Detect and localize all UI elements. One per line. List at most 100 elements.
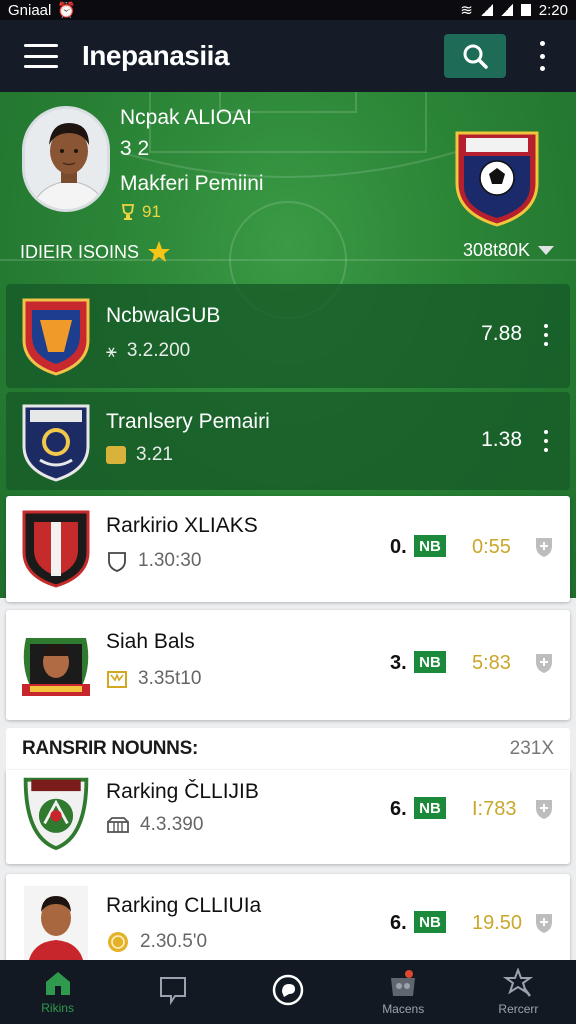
rank-number: 0.: [390, 536, 407, 558]
shield-icon[interactable]: [534, 536, 554, 558]
match-icon: [391, 970, 416, 996]
player-badge: [22, 638, 90, 696]
player-club: Makferi Pemiini: [120, 172, 264, 195]
club-card-title: NcbwalGUB: [106, 304, 221, 327]
player-badge: [24, 886, 88, 964]
club-card-sub-text: 3.21: [136, 444, 173, 465]
time-value: I:783: [472, 798, 517, 820]
app-bar: Inepanasiia: [0, 20, 576, 92]
search-button[interactable]: [444, 34, 506, 78]
club-card-2[interactable]: Tranlsery Pemairi 3.21 1.38: [6, 392, 570, 490]
shield-icon[interactable]: [534, 798, 554, 820]
message-bubble-icon: [272, 974, 304, 1006]
referee-icon: [503, 968, 534, 997]
clock-time: 2:20: [538, 1, 568, 19]
menu-line: [24, 65, 58, 68]
rank-number: 6.: [390, 798, 407, 820]
ranking-card-sub-text: 2.30.5'0: [140, 931, 208, 952]
alarm-icon: ⏰: [57, 2, 77, 19]
ranking-card-3[interactable]: Rarking ČLLIJIB 4.3.390 6. NB I:783: [6, 770, 570, 864]
battery-icon: [520, 4, 531, 16]
shield-outline-icon: [108, 552, 126, 572]
ranking-card-sub: 3.35t10: [106, 668, 201, 690]
star-icon: [148, 241, 171, 262]
rank-number: 6.: [390, 912, 407, 934]
kebab-dot: [539, 41, 545, 46]
nb-badge: NB: [414, 911, 446, 933]
menu-line: [24, 54, 58, 58]
ranking-card-title: Rarking ČLLIJIB: [106, 780, 259, 803]
club-card-sub-text: 3.2.200: [126, 340, 191, 361]
rating-value: 91: [142, 202, 161, 221]
time-value: 5:83: [472, 652, 511, 674]
stadium-icon: [107, 817, 129, 833]
chevron-down-icon: [538, 246, 554, 255]
trophy-badge-icon: [106, 446, 126, 464]
time-value: 0:55: [472, 536, 511, 558]
nav-item-matches[interactable]: Macens: [346, 960, 461, 1024]
section-count: 231X: [509, 738, 554, 759]
club-crest[interactable]: [452, 128, 542, 228]
club-card-value: 1.38: [481, 428, 522, 451]
search-icon: [463, 44, 488, 69]
nb-badge: NB: [414, 651, 446, 673]
menu-button[interactable]: [24, 44, 58, 68]
club-card-1[interactable]: NcbwalGUB ⚹ 3.2.200 7.88: [6, 284, 570, 388]
kebab-dot: [539, 53, 545, 59]
player-avatar[interactable]: [22, 106, 110, 212]
rankings-section-header: RANSRIR NOUNNS: 231X: [6, 728, 570, 770]
status-bar: Gniaal ⏰ ≋ 2:20: [0, 0, 576, 20]
club-badge: [23, 777, 89, 850]
nav-item-referee[interactable]: Rercerr: [461, 960, 576, 1024]
club-card-sub: 3.21: [106, 444, 173, 466]
player-hero: Ncpak ALIOAI 3 2 Makferi Pemiini 91 IDIE…: [0, 92, 576, 282]
kebab-dot: [544, 324, 548, 328]
ranking-card-1[interactable]: Rarkirio XLIAKS 1.30:30 0. NB 0:55: [6, 496, 570, 602]
ranking-card-sub: 1.30:30: [106, 550, 201, 572]
crown-icon: [107, 671, 127, 688]
nav-item-chat[interactable]: [115, 960, 230, 1024]
kebab-dot: [544, 448, 548, 452]
kebab-dot: [544, 333, 548, 337]
club-card-title: Tranlsery Pemairi: [106, 410, 270, 433]
ranking-card-4[interactable]: Rarking CLLIUIa 2.30.5'0 6. NB 19.50: [6, 874, 570, 964]
season-dropdown[interactable]: 308t80K: [463, 240, 554, 261]
season-label: IDIEIR ISOINS: [20, 241, 140, 262]
nav-label: Rikins: [41, 1001, 74, 1015]
season-row: IDIEIR ISOINS: [20, 240, 171, 264]
app-title: Inepanasiia: [82, 40, 230, 71]
player-portrait: [25, 109, 107, 209]
kebab-dot: [544, 342, 548, 346]
bottom-navigation: Rikins Macens Rercerr: [0, 960, 576, 1024]
club-card-value: 7.88: [481, 322, 522, 345]
ranking-card-2[interactable]: Siah Bals 3.35t10 3. NB 5:83: [6, 610, 570, 720]
trophy-icon: [121, 204, 135, 220]
club-badge: [22, 510, 90, 588]
ranking-card-title: Rarkirio XLIAKS: [106, 514, 258, 537]
player-score: 3 2: [120, 137, 150, 160]
nb-badge: NB: [414, 797, 446, 819]
ranking-card-title: Rarking CLLIUIa: [106, 894, 262, 917]
season-dropdown-value: 308t80K: [462, 240, 530, 260]
menu-line: [24, 44, 58, 47]
wifi-icon: ≋: [460, 2, 473, 19]
card-menu-button[interactable]: [542, 430, 550, 452]
chat-icon: [159, 977, 186, 1005]
carrier-label: Gniaal: [8, 1, 52, 19]
signal-icon: [480, 4, 493, 16]
ranking-card-sub: 4.3.390: [106, 814, 203, 836]
time-value: 19.50: [472, 912, 523, 934]
overflow-menu-button[interactable]: [532, 41, 552, 71]
shield-icon[interactable]: [534, 912, 554, 934]
section-title: RANSRIR NOUNNS:: [22, 738, 199, 759]
nb-badge: NB: [414, 535, 446, 557]
ranking-card-sub: 2.30.5'0: [106, 930, 207, 954]
nav-item-messages[interactable]: [230, 960, 345, 1024]
kebab-dot: [544, 430, 548, 434]
home-icon: [45, 972, 70, 995]
shield-icon[interactable]: [534, 652, 554, 674]
player-name: Ncpak ALIOAI: [120, 106, 252, 129]
card-menu-button[interactable]: [542, 324, 550, 346]
nav-item-home[interactable]: Rikins: [0, 960, 115, 1024]
signal-icon-2: [500, 4, 513, 16]
